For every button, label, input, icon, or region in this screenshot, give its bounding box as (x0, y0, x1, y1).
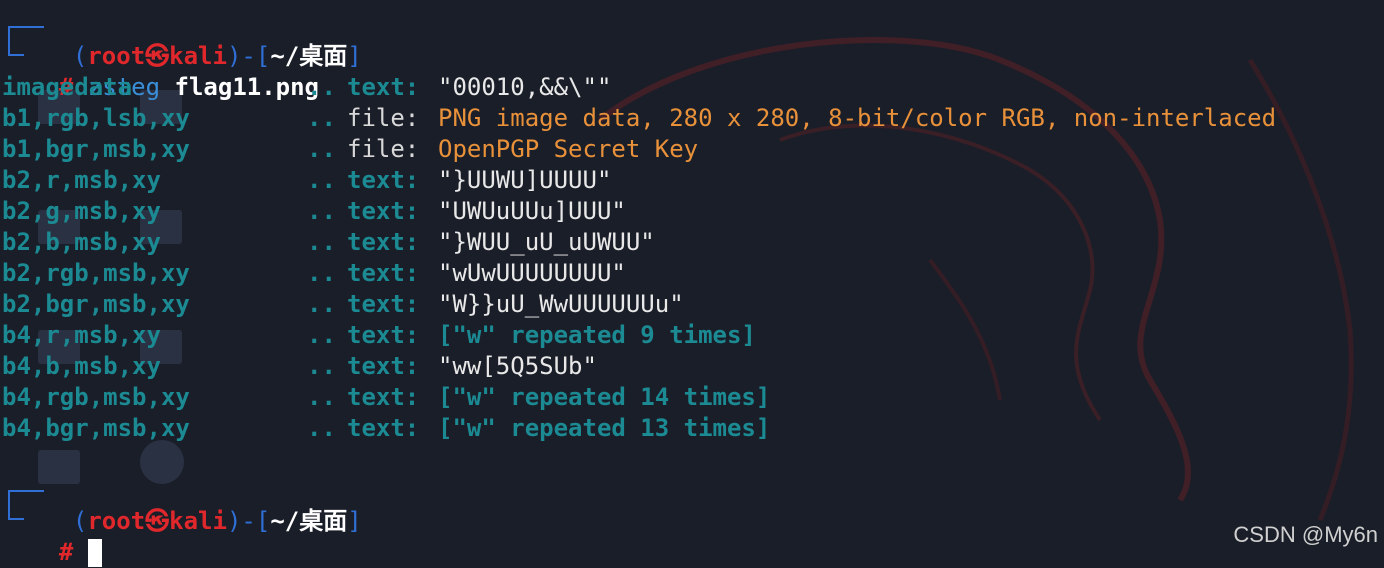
output-row: b2,g,msb,xy.. text: "UWUuUUu]UUU" (2, 196, 626, 227)
output-key: b4,rgb,msb,xy (2, 383, 190, 411)
output-key: b2,b,msb,xy (2, 228, 161, 256)
output-dots: .. (307, 259, 336, 287)
output-type: file: (347, 135, 420, 163)
output-type: text: (347, 228, 420, 256)
prompt-corner (8, 498, 24, 520)
output-type: text: (347, 197, 420, 225)
output-type: text: (347, 321, 420, 349)
command-line: # zsteg flag11.png (30, 41, 319, 101)
output-key: b4,bgr,msb,xy (2, 414, 190, 442)
prompt-corner (8, 34, 24, 56)
output-value: "}WUU_uU_uUWUU" (438, 228, 655, 256)
output-key: b4,r,msb,xy (2, 321, 161, 349)
output-key: imagedata (2, 73, 133, 101)
output-key: b2,g,msb,xy (2, 197, 161, 225)
output-row: b2,r,msb,xy.. text: "}UUWU]UUUU" (2, 165, 611, 196)
output-value: "UWUuUUu]UUU" (438, 197, 626, 225)
output-row: b4,rgb,msb,xy.. text: ["w" repeated 14 tim… (2, 382, 770, 413)
output-type: text: (347, 414, 420, 442)
output-type: text: (347, 166, 420, 194)
output-dots: .. (307, 73, 336, 101)
text-cursor[interactable] (87, 539, 102, 567)
output-row: b2,b,msb,xy.. text: "}WUU_uU_uUWUU" (2, 227, 655, 258)
output-row: b1,rgb,lsb,xy.. file: PNG image data, 280 … (2, 103, 1276, 134)
output-dots: .. (307, 352, 336, 380)
output-row: b4,r,msb,xy.. text: ["w" repeated 9 times] (2, 320, 756, 351)
output-key: b2,r,msb,xy (2, 166, 161, 194)
output-value: OpenPGP Secret Key (438, 135, 699, 163)
output-dots: .. (307, 104, 336, 132)
output-row: b2,rgb,msb,xy.. text: "wUwUUUUUUUU" (2, 258, 626, 289)
prompt-hash: # (58, 538, 74, 566)
output-value: ["w" repeated 13 times] (438, 414, 771, 442)
output-type: text: (347, 73, 420, 101)
output-row: b1,bgr,msb,xy.. file: OpenPGP Secret Key (2, 134, 698, 165)
output-dots: .. (307, 197, 336, 225)
output-value: "ww[5Q5SUb" (438, 352, 597, 380)
output-value: "}UUWU]UUUU" (438, 166, 612, 194)
output-type: file: (347, 104, 420, 132)
output-value: PNG image data, 280 x 280, 8-bit/color R… (438, 104, 1277, 132)
output-type: text: (347, 383, 420, 411)
output-dots: .. (307, 414, 336, 442)
output-value: ["w" repeated 9 times] (438, 321, 756, 349)
output-dots: .. (307, 321, 336, 349)
output-key: b2,bgr,msb,xy (2, 290, 190, 318)
output-type: text: (347, 352, 420, 380)
output-key: b4,b,msb,xy (2, 352, 161, 380)
input-line[interactable]: # (30, 506, 102, 567)
output-value: "W}}uU_WwUUUUUUu" (438, 290, 684, 318)
output-type: text: (347, 290, 420, 318)
output-dots: .. (307, 228, 336, 256)
prompt-header: (root㉿kali)-[~/桌面] (72, 42, 362, 70)
output-row: b2,bgr,msb,xy.. text: "W}}uU_WwUUUUUUu" (2, 289, 684, 320)
output-row: b4,b,msb,xy.. text: "ww[5Q5SUb" (2, 351, 597, 382)
output-type: text: (347, 259, 420, 287)
output-row: imagedata.. text: "00010,&&\"" (2, 72, 611, 103)
output-value: ["w" repeated 14 times] (438, 383, 771, 411)
output-dots: .. (307, 135, 336, 163)
output-key: b1,bgr,msb,xy (2, 135, 190, 163)
prompt-header: (root㉿kali)-[~/桌面] (72, 507, 362, 535)
output-value: "wUwUUUUUUUU" (438, 259, 626, 287)
output-key: b2,rgb,msb,xy (2, 259, 190, 287)
output-key: b1,rgb,lsb,xy (2, 104, 190, 132)
output-row: b4,bgr,msb,xy.. text: ["w" repeated 13 tim… (2, 413, 770, 444)
csdn-watermark: CSDN @My6n (1233, 522, 1378, 547)
output-dots: .. (307, 166, 336, 194)
output-dots: .. (307, 290, 336, 318)
output-dots: .. (307, 383, 336, 411)
output-value: "00010,&&\"" (438, 73, 612, 101)
